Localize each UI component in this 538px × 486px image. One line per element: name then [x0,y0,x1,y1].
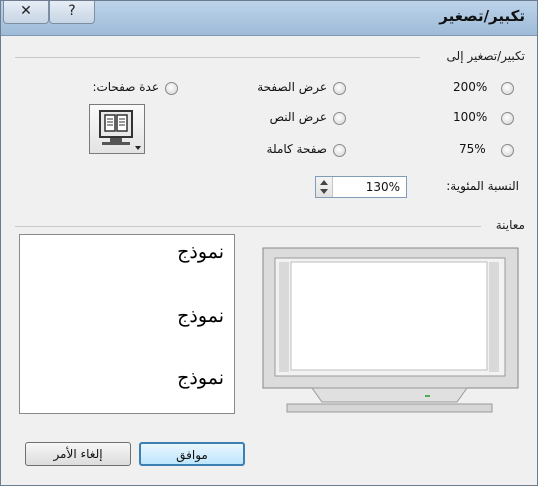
help-button[interactable]: ? [49,1,95,24]
zoom-to-label: تكبير/تصغير إلى [446,49,525,63]
close-button[interactable]: ✕ [3,1,49,24]
radio-many-pages[interactable] [165,82,178,95]
many-pages-button[interactable] [89,104,145,154]
percent-value[interactable]: 130% [366,180,400,194]
sample-text-1: نموذج [177,241,224,263]
spin-up-icon[interactable] [320,180,328,185]
percent-spinner[interactable]: 130% [315,176,407,198]
percent-label: النسبة المئوية: [446,179,519,193]
radio-text-width[interactable] [333,112,346,125]
dialog-content: تكبير/تصغير إلى 200% 100% 75% عرض الصفحة… [1,36,537,485]
preview-label: معاينة [495,218,525,232]
label-100: 100% [453,110,488,124]
label-many-pages: عدة صفحات: [92,80,159,94]
preview-sample-box: نموذج نموذج نموذج [19,234,235,414]
radio-page-width[interactable] [333,82,346,95]
spin-buttons[interactable] [316,177,333,197]
label-75: 75% [459,142,486,156]
spin-down-icon[interactable] [320,189,328,194]
ok-button[interactable]: موافق [139,442,245,466]
label-text-width: عرض النص [269,110,327,124]
sample-text-3: نموذج [177,367,224,389]
radio-200[interactable] [501,82,514,95]
help-icon: ? [68,3,76,19]
cancel-button[interactable]: إلغاء الأمر [25,442,131,466]
zoom-group-divider [15,57,420,58]
preview-divider [15,226,481,227]
radio-whole-page[interactable] [333,144,346,157]
label-200: 200% [453,80,488,94]
monitor-preview [262,247,519,413]
radio-75[interactable] [501,144,514,157]
monitor-pages-icon [99,110,141,150]
sample-text-2: نموذج [177,305,224,327]
zoom-dialog: تكبير/تصغير ✕ ? تكبير/تصغير إلى 200% 100… [0,0,538,486]
title-bar: تكبير/تصغير ✕ ? [1,1,537,36]
radio-100[interactable] [501,112,514,125]
label-page-width: عرض الصفحة [257,80,327,94]
dialog-title: تكبير/تصغير [439,7,525,25]
label-whole-page: صفحة كاملة [266,142,327,156]
close-icon: ✕ [20,3,32,19]
